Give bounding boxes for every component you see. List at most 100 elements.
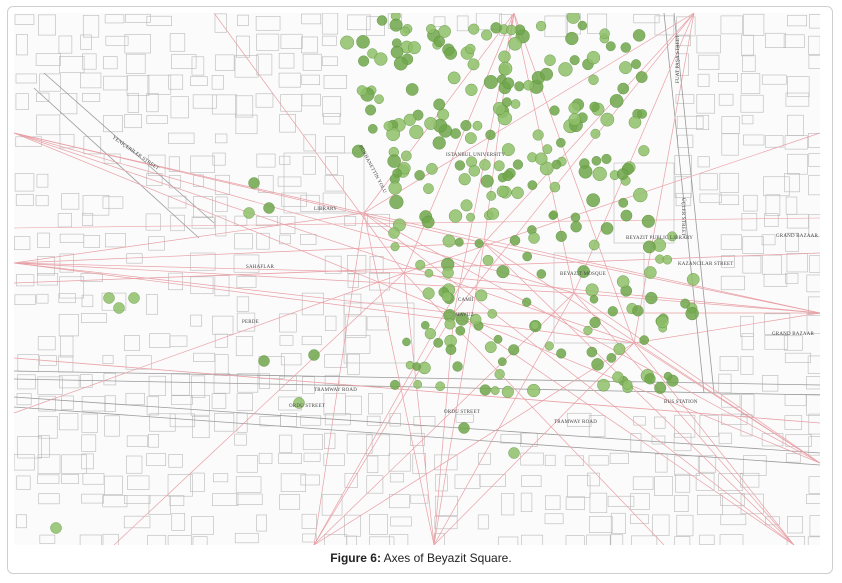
building xyxy=(255,93,274,108)
label-grand-bazaar-1: GRAND BAZAAR xyxy=(776,234,818,239)
building xyxy=(677,134,694,148)
building xyxy=(743,13,765,36)
building xyxy=(652,514,670,536)
building xyxy=(279,155,291,165)
building xyxy=(39,534,56,544)
building xyxy=(278,52,295,69)
tree xyxy=(622,379,633,390)
building xyxy=(258,452,273,464)
tree xyxy=(502,97,512,107)
tree xyxy=(442,234,456,248)
tree xyxy=(438,25,451,38)
building xyxy=(38,14,56,36)
building xyxy=(36,114,61,136)
building xyxy=(343,293,362,315)
tree xyxy=(454,160,466,171)
tree xyxy=(415,259,426,270)
building xyxy=(280,473,306,492)
building xyxy=(784,135,808,150)
tree xyxy=(50,522,62,534)
building xyxy=(127,475,150,490)
building xyxy=(171,395,193,405)
building xyxy=(14,294,36,306)
building xyxy=(806,313,820,334)
building xyxy=(676,514,694,537)
building xyxy=(301,74,320,86)
tree xyxy=(535,152,548,165)
building xyxy=(783,34,805,48)
tree xyxy=(588,239,600,251)
building xyxy=(675,473,691,493)
tree xyxy=(663,371,673,381)
tree xyxy=(549,181,561,193)
tree xyxy=(609,94,624,108)
building xyxy=(58,314,79,337)
tree xyxy=(613,343,626,356)
building xyxy=(190,314,203,327)
tree xyxy=(356,35,370,49)
building xyxy=(321,13,339,35)
building xyxy=(14,453,35,471)
building xyxy=(235,336,254,357)
building xyxy=(81,396,106,412)
building xyxy=(674,536,691,545)
caption-prefix: Figure 6: xyxy=(330,551,381,565)
building xyxy=(59,276,85,299)
building xyxy=(325,136,345,154)
label-tramway-road-1: TRAMWAY ROAD xyxy=(314,388,357,393)
tree xyxy=(454,237,464,247)
tree xyxy=(522,251,533,262)
tree xyxy=(616,168,629,180)
building xyxy=(786,213,809,229)
building xyxy=(81,434,97,452)
building xyxy=(784,415,803,430)
label-havuz: HAVUZ xyxy=(456,313,474,318)
axis-line xyxy=(14,132,485,244)
building xyxy=(388,453,411,472)
building xyxy=(278,453,302,464)
building xyxy=(301,513,317,529)
building xyxy=(214,275,230,297)
label-sahaflar: SAHAFLAR xyxy=(246,265,274,270)
building xyxy=(366,475,384,494)
building xyxy=(301,13,322,25)
building xyxy=(761,234,776,246)
building xyxy=(721,116,740,135)
axis-line xyxy=(633,13,695,344)
tree xyxy=(448,209,463,223)
building xyxy=(81,493,105,504)
building xyxy=(696,115,710,130)
tree xyxy=(544,341,554,351)
building xyxy=(344,514,361,537)
tree xyxy=(458,173,471,186)
building xyxy=(545,495,561,510)
tree xyxy=(498,61,513,76)
building xyxy=(389,413,401,427)
building xyxy=(83,235,101,248)
building xyxy=(321,494,343,516)
tree xyxy=(631,59,641,70)
tree xyxy=(549,105,560,116)
tree xyxy=(527,383,541,398)
tree xyxy=(487,309,498,319)
map-figure: YENİÇERİLER STREET ISTANBUL UNIVERSITY F… xyxy=(14,13,820,545)
building xyxy=(347,353,360,375)
tree xyxy=(421,215,435,229)
tree xyxy=(407,41,421,55)
building xyxy=(80,72,102,89)
building xyxy=(192,94,217,109)
building xyxy=(14,236,31,250)
building xyxy=(697,156,710,168)
tree xyxy=(617,82,630,95)
building xyxy=(236,493,263,505)
tree xyxy=(424,328,436,340)
building xyxy=(17,353,40,372)
figure-caption: Figure 6: Axes of Beyazit Square. xyxy=(0,551,842,565)
tree xyxy=(508,344,520,356)
tree xyxy=(639,335,649,345)
building xyxy=(15,93,29,110)
building xyxy=(125,53,146,74)
building xyxy=(410,494,429,504)
tree xyxy=(424,117,438,130)
building xyxy=(191,216,215,229)
